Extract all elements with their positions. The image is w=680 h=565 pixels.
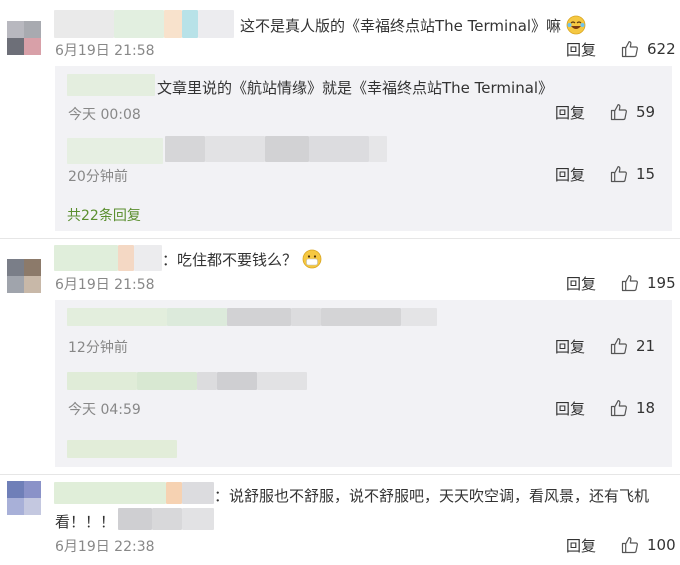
comment-text: ：说舒服也不舒服，说不舒服吧，天天吹空调，看风景，还有飞机 <box>214 487 650 505</box>
divider <box>0 474 680 475</box>
like-button[interactable]: 18 <box>610 398 655 418</box>
like-count: 59 <box>636 103 656 121</box>
thumbs-up-icon <box>621 41 638 58</box>
comment-text: ：吃住都不要钱么？ <box>162 249 322 270</box>
timestamp: 6月19日 21:58 <box>55 277 155 293</box>
text-obscured <box>118 508 214 530</box>
like-count: 195 <box>647 274 676 292</box>
mask-face-emoji <box>302 249 322 269</box>
more-replies-obscured <box>67 440 177 458</box>
like-button[interactable]: 195 <box>621 273 676 293</box>
laughing-tears-emoji <box>566 15 586 35</box>
reply-button[interactable]: 回复 <box>555 164 585 185</box>
like-button[interactable]: 622 <box>621 39 676 59</box>
timestamp: 今天 04:59 <box>68 402 141 418</box>
timestamp: 6月19日 21:58 <box>55 43 155 59</box>
reply-text-obscured <box>67 308 437 328</box>
like-button[interactable]: 59 <box>610 102 655 122</box>
reply-button[interactable]: 回复 <box>555 398 585 419</box>
replies-box: 文章里说的《航站情缘》就是《幸福终点站The Terminal》 今天 00:0… <box>55 66 672 231</box>
comment-text-line2: 看！！！ <box>55 513 116 531</box>
thumbs-up-icon <box>610 338 627 355</box>
view-more-replies-link[interactable]: 共22条回复 <box>67 205 141 225</box>
reply-username[interactable] <box>67 134 163 166</box>
thumbs-up-icon <box>610 166 627 183</box>
reply-text-obscured <box>67 372 307 392</box>
reply-button[interactable]: 回复 <box>555 336 585 357</box>
like-count: 622 <box>647 40 676 58</box>
reply-username[interactable] <box>67 74 155 96</box>
like-count: 100 <box>647 536 676 554</box>
divider <box>0 238 680 239</box>
thumbs-up-icon <box>610 400 627 417</box>
replies-box: 12分钟前 回复 21 今天 04:59 回复 18 <box>55 300 672 467</box>
like-count: 15 <box>636 165 656 183</box>
reply-button[interactable]: 回复 <box>555 102 585 123</box>
like-count: 21 <box>636 337 656 355</box>
avatar[interactable] <box>7 481 41 515</box>
reply-button[interactable]: 回复 <box>566 39 596 60</box>
thumbs-up-icon <box>621 537 638 554</box>
timestamp: 6月19日 22:38 <box>55 539 155 555</box>
like-button[interactable]: 15 <box>610 164 655 184</box>
avatar[interactable] <box>7 259 41 293</box>
comment-text: 这不是真人版的《幸福终点站The Terminal》嘛 <box>240 15 586 36</box>
timestamp: 12分钟前 <box>68 340 128 356</box>
avatar[interactable] <box>7 21 41 55</box>
reply-text: 文章里说的《航站情缘》就是《幸福终点站The Terminal》 <box>157 79 554 97</box>
thumbs-up-icon <box>610 104 627 121</box>
thumbs-up-icon <box>621 275 638 292</box>
like-count: 18 <box>636 399 656 417</box>
reply-button[interactable]: 回复 <box>566 273 596 294</box>
username[interactable] <box>54 10 234 38</box>
timestamp: 今天 00:08 <box>68 107 141 123</box>
reply-text-obscured <box>165 134 387 166</box>
like-button[interactable]: 21 <box>610 336 655 356</box>
like-button[interactable]: 100 <box>621 535 676 555</box>
username[interactable] <box>54 482 214 504</box>
reply-button[interactable]: 回复 <box>566 535 596 556</box>
timestamp: 20分钟前 <box>68 169 128 185</box>
username[interactable] <box>54 245 162 271</box>
